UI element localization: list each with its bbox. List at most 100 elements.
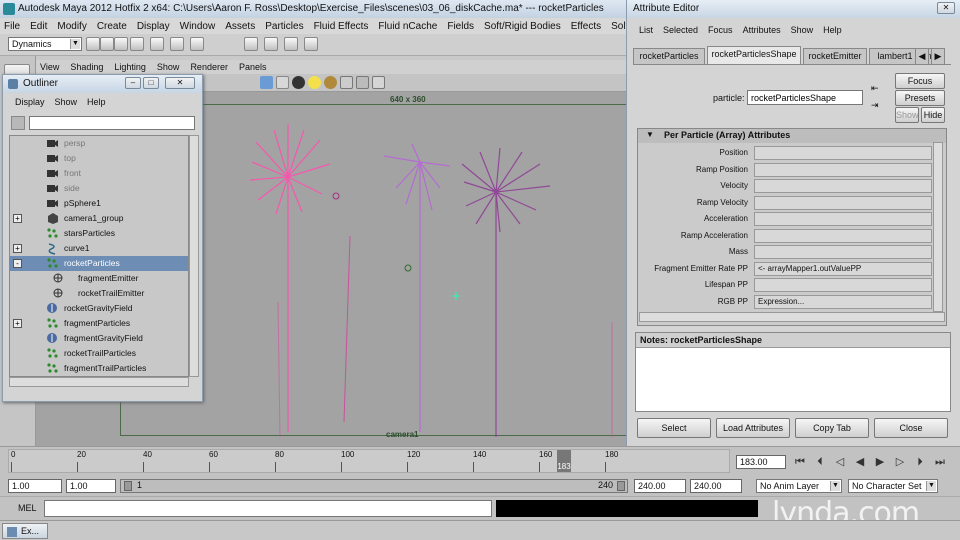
range-end-handle[interactable] xyxy=(617,481,625,491)
minimized-window-item[interactable]: Ex... xyxy=(2,523,48,539)
attribute-value-field[interactable] xyxy=(754,212,932,226)
ipr-render-icon[interactable] xyxy=(264,37,278,51)
collapse-icon[interactable]: - xyxy=(13,259,22,268)
tab-rocketParticlesShape[interactable]: rocketParticlesShape xyxy=(707,46,801,64)
outliner-item-front[interactable]: front xyxy=(10,166,188,181)
time-ruler[interactable]: 183 0 20 40 60 80 100 120 140 160 180 xyxy=(8,449,730,473)
smooth-shade-icon[interactable] xyxy=(260,76,273,89)
snap-plane-icon[interactable] xyxy=(190,37,204,51)
load-attributes-button[interactable]: Load Attributes xyxy=(716,418,790,438)
close-button[interactable]: Close xyxy=(874,418,948,438)
menu-item[interactable]: Edit xyxy=(30,21,47,32)
expand-icon[interactable]: + xyxy=(13,214,22,223)
anim-layer-dropdown[interactable]: No Anim Layer ▼ xyxy=(756,479,842,493)
wireframe-icon[interactable] xyxy=(276,76,289,89)
texture-icon[interactable] xyxy=(292,76,305,89)
outliner-item-rocketParticles[interactable]: - rocketParticles xyxy=(10,256,188,271)
panel-menu-item[interactable]: Renderer xyxy=(190,62,228,72)
expand-icon[interactable]: + xyxy=(13,319,22,328)
outliner-item-persp[interactable]: persp xyxy=(10,136,188,151)
tab-scroll-left-icon[interactable]: ◀ xyxy=(915,48,929,64)
play-backward-icon[interactable]: ◀ xyxy=(852,455,868,469)
panel-menu-item[interactable]: View xyxy=(40,62,59,72)
outliner-item-pSphere1[interactable]: pSphere1 xyxy=(10,196,188,211)
menu-item[interactable]: File xyxy=(4,21,20,32)
outliner-item-rocketTrailEmitter[interactable]: rocketTrailEmitter xyxy=(10,286,188,301)
snap-grid-icon[interactable] xyxy=(130,37,144,51)
minimize-icon[interactable]: – xyxy=(125,77,141,89)
ae-menu-item[interactable]: List xyxy=(639,25,653,35)
input-connections-icon[interactable]: ⇤ xyxy=(871,83,883,95)
menu-item[interactable]: Window xyxy=(180,21,216,32)
menu-set-dropdown[interactable]: Dynamics ▼ xyxy=(8,37,82,51)
outliner-item-curve1[interactable]: + curve1 xyxy=(10,241,188,256)
ae-menu-item[interactable]: Show xyxy=(791,25,814,35)
select-object-icon[interactable] xyxy=(100,37,114,51)
presets-button[interactable]: Presets xyxy=(895,90,945,106)
attribute-vertical-scrollbar[interactable] xyxy=(933,142,943,312)
menu-item[interactable]: Assets xyxy=(225,21,255,32)
menu-item[interactable]: Create xyxy=(97,21,127,32)
close-icon[interactable]: ✕ xyxy=(937,2,955,14)
go-to-start-icon[interactable]: ⏮ xyxy=(792,455,808,469)
outliner-item-rocketTrailParticles[interactable]: rocketTrailParticles xyxy=(10,346,188,361)
outliner-item-fragmentGravityField[interactable]: fragmentGravityField xyxy=(10,331,188,346)
panel-menu-item[interactable]: Show xyxy=(157,62,180,72)
attribute-value-field[interactable]: Expression... xyxy=(754,294,932,309)
outliner-list[interactable]: persp top front side pSphere1 + camera1_group s… xyxy=(9,135,189,377)
node-name-input[interactable] xyxy=(747,90,863,105)
tab-scroll-right-icon[interactable]: ▶ xyxy=(931,48,945,64)
attribute-value-field[interactable] xyxy=(754,179,932,193)
tab-lambert1[interactable]: lambert1 xyxy=(869,48,921,64)
menu-item[interactable]: Soft/Rigid Bodies xyxy=(484,21,561,32)
menu-item[interactable]: Display xyxy=(137,21,170,32)
outliner-item-rocketGravityField[interactable]: rocketGravityField xyxy=(10,301,188,316)
panel-menu-item[interactable]: Panels xyxy=(239,62,267,72)
attribute-value-field[interactable] xyxy=(754,195,932,210)
menu-item[interactable]: Fluid Effects xyxy=(314,21,369,32)
outliner-item-fragmentTrailParticles[interactable]: fragmentTrailParticles xyxy=(10,361,188,376)
outliner-vertical-scrollbar[interactable] xyxy=(189,135,199,377)
range-start-handle[interactable] xyxy=(124,481,132,491)
panel-menu-item[interactable]: Shading xyxy=(70,62,103,72)
step-forward-frame-icon[interactable]: ▷ xyxy=(892,455,908,469)
ae-menu-item[interactable]: Attributes xyxy=(743,25,781,35)
notes-text-area[interactable] xyxy=(636,347,950,411)
ae-menu-item[interactable]: Help xyxy=(823,25,842,35)
menu-item[interactable]: Fields xyxy=(447,21,474,32)
expand-icon[interactable]: + xyxy=(13,244,22,253)
play-forward-icon[interactable]: ▶ xyxy=(872,455,888,469)
resolution-gate-icon[interactable] xyxy=(372,76,385,89)
render-settings-icon[interactable] xyxy=(284,37,298,51)
xray-icon[interactable] xyxy=(340,76,353,89)
isolate-icon[interactable] xyxy=(356,76,369,89)
ae-menu-item[interactable]: Focus xyxy=(708,25,733,35)
step-back-frame-icon[interactable]: ◁ xyxy=(832,455,848,469)
playback-start-field[interactable]: 1.00 xyxy=(66,479,116,493)
tab-rocketParticles[interactable]: rocketParticles xyxy=(633,48,705,64)
snap-point-icon[interactable] xyxy=(170,37,184,51)
ae-menu-item[interactable]: Selected xyxy=(663,25,698,35)
outliner-filter-input[interactable] xyxy=(29,116,195,130)
snap-curve-icon[interactable] xyxy=(150,37,164,51)
attribute-value-field[interactable] xyxy=(754,228,932,243)
tab-rocketEmitter[interactable]: rocketEmitter xyxy=(803,48,867,64)
select-button[interactable]: Select xyxy=(637,418,711,438)
section-header[interactable]: ▼ Per Particle (Array) Attributes xyxy=(638,129,946,143)
attribute-value-field[interactable]: <- arrayMapper1.outValuePP xyxy=(754,261,932,276)
step-forward-key-icon[interactable]: ⏵ xyxy=(912,455,928,469)
show-button[interactable]: Show xyxy=(895,107,919,123)
playback-end-field[interactable]: 240.00 xyxy=(634,479,686,493)
attribute-horizontal-scrollbar[interactable] xyxy=(639,312,945,322)
attribute-value-field[interactable] xyxy=(754,162,932,177)
current-frame-marker[interactable]: 183 xyxy=(557,450,571,472)
outliner-item-starsParticles[interactable]: starsParticles xyxy=(10,226,188,241)
outliner-menu-item[interactable]: Show xyxy=(55,97,78,107)
outliner-item-top[interactable]: top xyxy=(10,151,188,166)
character-set-dropdown[interactable]: No Character Set ▼ xyxy=(848,479,938,493)
attribute-value-field[interactable] xyxy=(754,245,932,259)
outliner-title-bar[interactable]: Outliner – □ ✕ xyxy=(3,75,202,93)
outliner-item-side[interactable]: side xyxy=(10,181,188,196)
outliner-item-fragmentParticles[interactable]: + fragmentParticles xyxy=(10,316,188,331)
menu-item[interactable]: Particles xyxy=(265,21,303,32)
